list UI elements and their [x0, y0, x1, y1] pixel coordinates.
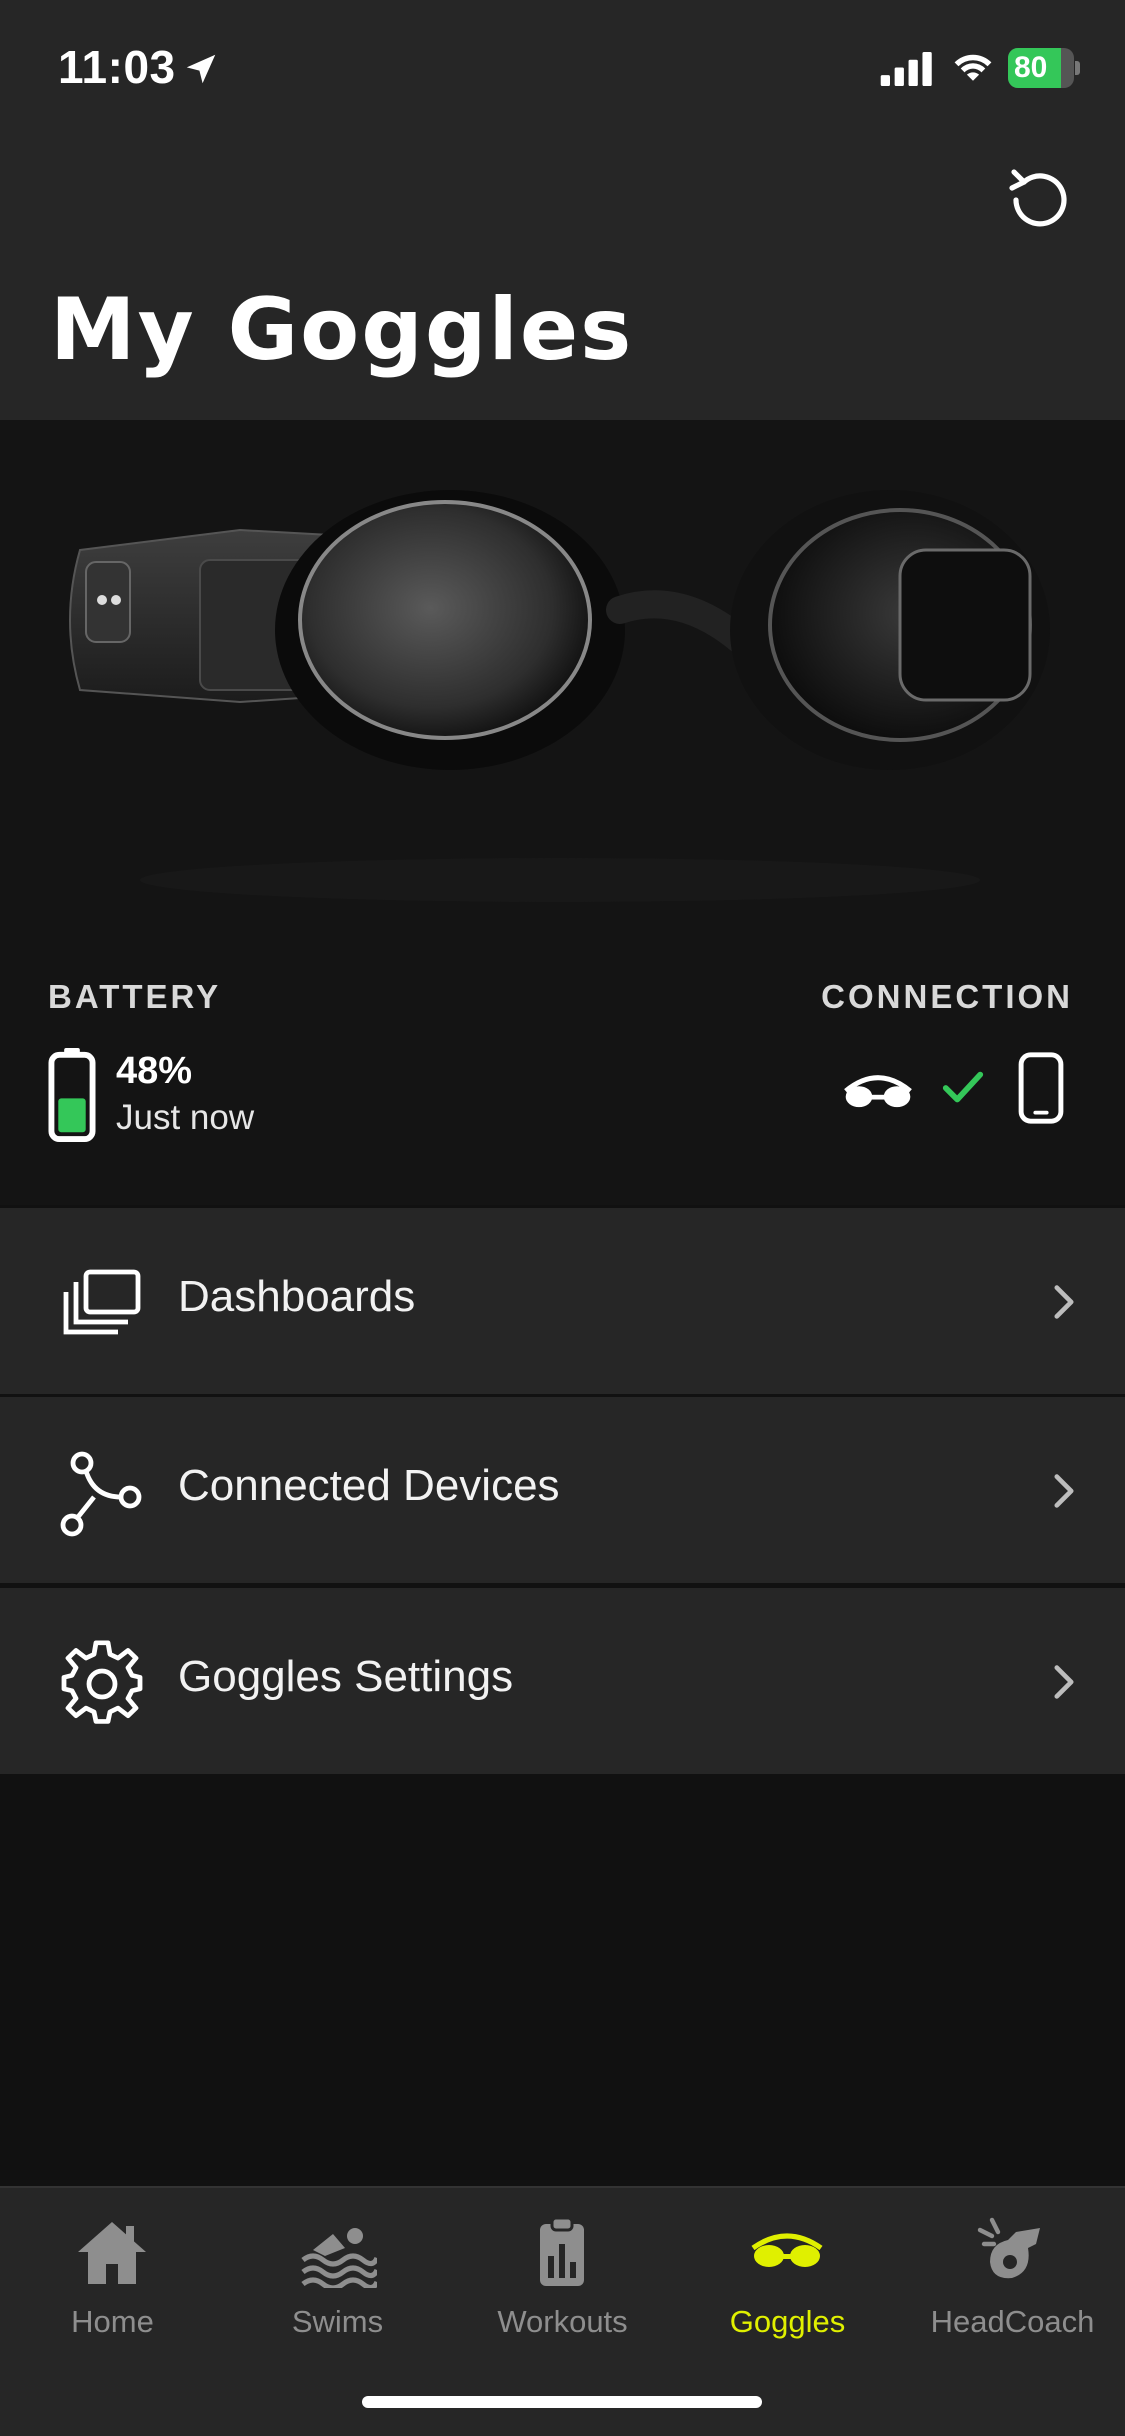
battery-label: BATTERY: [48, 978, 222, 1015]
battery-updated-time: Just now: [116, 1098, 255, 1137]
home-icon: [78, 2222, 146, 2284]
menu-item-dashboards[interactable]: Dashboards: [0, 1208, 1125, 1394]
tab-label: Swims: [291, 2304, 384, 2339]
status-bar: 11:03 80: [0, 0, 1125, 140]
gear-icon: [61, 1640, 143, 1724]
tab-workouts[interactable]: Workouts: [450, 2188, 675, 2348]
location-arrow-icon: [186, 54, 216, 84]
battery-level-fill: [58, 1098, 86, 1133]
goggles-icon: [751, 2233, 823, 2267]
tab-home[interactable]: Home: [0, 2188, 225, 2348]
tab-label: Goggles: [729, 2304, 846, 2339]
goggles-image: [69, 490, 1050, 902]
tab-goggles[interactable]: Goggles: [675, 2188, 900, 2348]
menu-item-label: Connected Devices: [178, 1461, 560, 1510]
connected-devices-icon: [60, 1451, 142, 1537]
menu-item-connected-devices[interactable]: Connected Devices: [0, 1397, 1125, 1583]
tab-headcoach[interactable]: HeadCoach: [900, 2188, 1125, 2348]
status-battery-nub: [1075, 61, 1080, 75]
tab-swims[interactable]: Swims: [225, 2188, 450, 2348]
home-indicator: [362, 2396, 762, 2408]
menu-item-goggles-settings[interactable]: Goggles Settings: [0, 1588, 1125, 1774]
status-time: 11:03: [58, 41, 176, 93]
whistle-icon: [977, 2217, 1040, 2279]
phone-icon: [1018, 1052, 1064, 1124]
battery-percent: 48%: [116, 1050, 193, 1092]
refresh-icon[interactable]: [1000, 160, 1080, 240]
wifi-icon: [954, 54, 992, 81]
goggles-connection-icon: [844, 1075, 912, 1108]
swimmer-icon: [301, 2228, 377, 2288]
status-battery-level: 80: [1014, 51, 1048, 84]
page-title: My Goggles: [50, 280, 634, 380]
connection-label: CONNECTION: [821, 978, 1073, 1015]
tab-label: Home: [71, 2304, 154, 2339]
clipboard-icon: [540, 2216, 584, 2286]
menu-item-label: Dashboards: [178, 1272, 416, 1321]
chevron-right-icon: [1054, 1285, 1074, 1319]
cellular-signal-icon: [880, 52, 932, 86]
status-battery: 80: [1008, 48, 1080, 88]
tab-label: Workouts: [497, 2304, 628, 2339]
dashboards-icon: [63, 1269, 141, 1335]
tab-label: HeadCoach: [930, 2304, 1095, 2339]
menu-item-label: Goggles Settings: [178, 1652, 514, 1701]
check-icon: [942, 1071, 984, 1103]
chevron-right-icon: [1054, 1665, 1074, 1699]
status-battery-body: 80: [1008, 48, 1074, 88]
chevron-right-icon: [1054, 1474, 1074, 1508]
battery-icon: [48, 1048, 96, 1142]
